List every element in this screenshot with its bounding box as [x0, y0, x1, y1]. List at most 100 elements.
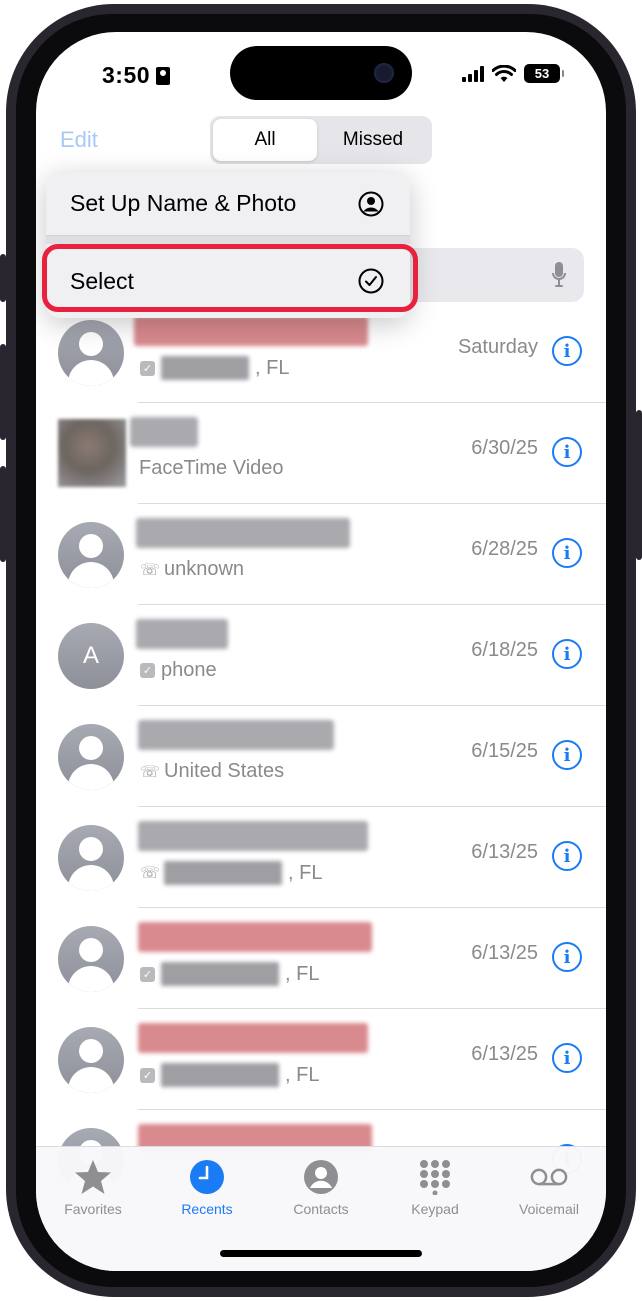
tab-keypad[interactable]: Keypad	[378, 1159, 492, 1217]
tab-label: Recents	[181, 1201, 233, 1217]
segment-missed[interactable]: Missed	[317, 119, 429, 161]
call-date: 6/30/25	[471, 437, 538, 459]
camera-icon	[374, 63, 394, 83]
call-detail: ☏ unknown	[140, 558, 244, 581]
checkbox-icon: ✓	[140, 1067, 155, 1083]
person-circle-icon	[301, 1159, 341, 1195]
menu-divider	[46, 236, 410, 244]
location-redacted	[161, 1063, 279, 1087]
call-detail: ☏ , FL	[140, 861, 322, 885]
tab-favorites[interactable]: Favorites	[36, 1159, 150, 1217]
checkbox-icon: ✓	[140, 360, 155, 376]
info-icon[interactable]: i	[552, 538, 582, 568]
info-icon[interactable]: i	[552, 639, 582, 669]
battery-level: 53	[534, 66, 550, 81]
highlight-outline	[42, 244, 418, 312]
call-date: 6/18/25	[471, 639, 538, 661]
edit-button[interactable]: Edit	[60, 127, 98, 153]
outgoing-call-icon: ☏	[140, 561, 161, 579]
star-icon	[73, 1159, 113, 1195]
tab-label: Keypad	[411, 1201, 459, 1217]
avatar-placeholder-icon	[58, 1027, 124, 1093]
call-detail: FaceTime Video	[139, 457, 284, 480]
segment-all[interactable]: All	[213, 119, 317, 161]
info-icon[interactable]: i	[552, 942, 582, 972]
time-label: 3:50	[102, 62, 151, 88]
menu-item-label: Set Up Name & Photo	[70, 190, 297, 216]
call-detail: ✓ , FL	[140, 356, 289, 380]
checkbox-icon: ✓	[140, 663, 155, 678]
call-detail-text: , FL	[255, 356, 290, 379]
call-row[interactable]: ✓ , FL 6/13/25 i	[36, 1009, 606, 1110]
menu-item-set-up-name-photo[interactable]: Set Up Name & Photo	[46, 172, 410, 236]
wifi-icon	[492, 64, 516, 82]
outgoing-call-icon: ☏	[140, 763, 161, 781]
call-date: 6/28/25	[471, 538, 538, 560]
call-date: Saturday	[457, 336, 538, 358]
info-icon[interactable]: i	[552, 336, 582, 366]
tab-recents[interactable]: Recents	[150, 1159, 264, 1217]
call-date: 6/13/25	[471, 841, 538, 863]
avatar-placeholder-icon	[58, 522, 124, 588]
tab-contacts[interactable]: Contacts	[264, 1159, 378, 1217]
call-row[interactable]: ☏ unknown 6/28/25 i	[36, 504, 606, 605]
info-icon[interactable]: i	[552, 740, 582, 770]
contact-name-redacted	[130, 417, 198, 447]
screen: 3:50 53 Edit All Missed ✓ , FL Saturday …	[36, 32, 606, 1271]
status-time: 3:50	[102, 62, 171, 89]
tab-label: Favorites	[64, 1201, 122, 1217]
contact-name-redacted	[138, 922, 372, 952]
contact-name-redacted	[134, 316, 368, 346]
call-detail-text: United States	[164, 760, 285, 782]
contact-card-icon	[156, 66, 171, 85]
contact-name-redacted	[138, 720, 334, 750]
contact-name-redacted	[138, 821, 368, 851]
call-detail-text: unknown	[164, 558, 245, 580]
cellular-signal-icon	[462, 65, 484, 82]
voicemail-icon	[529, 1159, 569, 1195]
filter-segmented-control[interactable]: All Missed	[210, 116, 432, 164]
clock-icon	[187, 1159, 227, 1195]
info-icon[interactable]: i	[552, 437, 582, 467]
microphone-icon[interactable]	[552, 262, 566, 288]
avatar-placeholder-icon	[58, 825, 124, 891]
tab-label: Contacts	[293, 1201, 349, 1217]
checkbox-icon: ✓	[140, 966, 155, 982]
call-row[interactable]: FaceTime Video 6/30/25 i	[36, 403, 606, 504]
call-detail: ☏ United States	[140, 760, 284, 783]
call-row[interactable]: A ✓ phone 6/18/25 i	[36, 605, 606, 706]
avatar-letter: A	[58, 623, 124, 689]
call-detail-text: FaceTime Video	[139, 457, 284, 479]
call-detail: ✓ , FL	[140, 1063, 319, 1087]
call-date: 6/13/25	[471, 1043, 538, 1065]
info-icon[interactable]: i	[552, 1043, 582, 1073]
contact-photo	[58, 419, 126, 487]
call-date: 6/13/25	[471, 942, 538, 964]
call-detail-text: , FL	[288, 861, 323, 884]
dynamic-island	[230, 46, 412, 100]
call-row[interactable]: ☏ United States 6/15/25 i	[36, 706, 606, 807]
call-detail: ✓ , FL	[140, 962, 319, 986]
location-redacted	[161, 356, 249, 380]
power-button	[636, 410, 642, 560]
status-icons: 53	[462, 64, 564, 83]
keypad-icon	[415, 1159, 455, 1195]
outgoing-call-icon: ☏	[140, 865, 161, 882]
call-detail-text: phone	[161, 659, 217, 681]
avatar-placeholder-icon	[58, 926, 124, 992]
call-detail: ✓ phone	[140, 659, 217, 682]
battery-icon: 53	[524, 64, 564, 83]
contact-name-redacted	[136, 619, 228, 649]
call-row[interactable]: ☏ , FL 6/13/25 i	[36, 807, 606, 908]
person-circle-icon	[358, 191, 384, 216]
avatar-placeholder-icon	[58, 724, 124, 790]
avatar-placeholder-icon	[58, 320, 124, 386]
call-detail-text: , FL	[285, 962, 320, 985]
tab-voicemail[interactable]: Voicemail	[492, 1159, 606, 1217]
contact-name-redacted	[138, 1023, 368, 1053]
info-icon[interactable]: i	[552, 841, 582, 871]
home-indicator	[220, 1250, 422, 1257]
call-row[interactable]: ✓ , FL 6/13/25 i	[36, 908, 606, 1009]
location-redacted	[161, 962, 279, 986]
tab-label: Voicemail	[519, 1201, 579, 1217]
